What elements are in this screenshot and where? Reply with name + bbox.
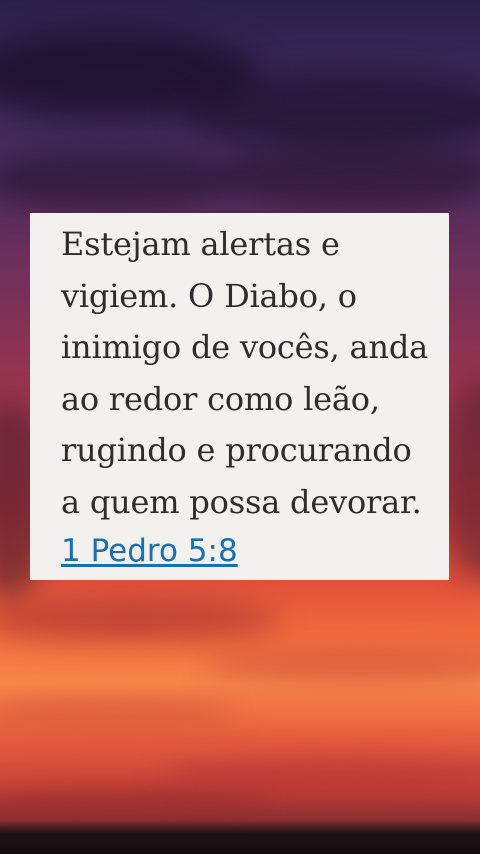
- cloud-shape: [160, 760, 480, 794]
- verse-reference-link[interactable]: 1 Pedro 5:8: [61, 529, 238, 573]
- cloud-shape: [180, 70, 480, 150]
- cloud-shape: [220, 140, 480, 210]
- cloud-shape: [0, 700, 240, 726]
- cloud-shape: [200, 650, 480, 680]
- verse-card: Estejam alertas e vigiem. O Diabo, o ini…: [30, 213, 449, 580]
- cloud-shape: [0, 150, 240, 210]
- cloud-shape: [0, 790, 270, 820]
- city-silhouette: [0, 820, 480, 854]
- cloud-shape: [0, 600, 280, 640]
- verse-text: Estejam alertas e vigiem. O Diabo, o ini…: [61, 225, 428, 521]
